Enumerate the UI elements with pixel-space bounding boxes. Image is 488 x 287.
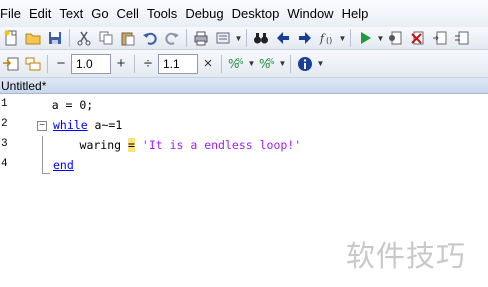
cut-icon[interactable] <box>73 28 95 48</box>
clear-breakpoints-icon[interactable] <box>407 28 429 48</box>
toolbar-separator <box>290 54 291 73</box>
tab-untitled[interactable]: Untitled* <box>0 79 46 93</box>
menu-edit[interactable]: Edit <box>25 0 55 27</box>
toolbar-separator <box>246 29 247 47</box>
code-line[interactable]: 3 waring = 'It is a endless loop!' <box>0 136 488 156</box>
menu-desktop[interactable]: Desktop <box>228 0 284 27</box>
decrement-button[interactable]: − <box>51 55 71 72</box>
back-arrow-icon[interactable] <box>272 28 294 48</box>
chevron-down-icon[interactable]: ▼ <box>234 34 243 43</box>
menu-window[interactable]: Window <box>283 0 337 27</box>
toolbar-separator <box>69 29 70 47</box>
line-number: 3 <box>1 138 8 150</box>
toolbar-separator <box>134 54 135 73</box>
chevron-down-icon[interactable]: ▼ <box>376 34 385 43</box>
code-text: end <box>53 158 74 172</box>
chevron-down-icon[interactable]: ▼ <box>338 34 347 43</box>
fold-guide-end <box>42 173 50 174</box>
keyword-while: while <box>53 118 88 132</box>
cell-value-input-2[interactable] <box>158 53 198 74</box>
breakpoint-icon[interactable] <box>385 28 407 48</box>
toolbar-separator <box>350 29 351 47</box>
new-file-icon[interactable] <box>0 28 22 48</box>
menu-tools[interactable]: Tools <box>143 0 181 27</box>
fold-toggle-icon[interactable]: − <box>37 121 47 131</box>
multiply-button[interactable]: × <box>198 55 218 72</box>
code-line[interactable]: 1 a = 0; <box>0 96 488 116</box>
menu-go[interactable]: Go <box>87 0 112 27</box>
open-folder-icon[interactable] <box>22 28 44 48</box>
code-text: waring = 'It is a endless loop!' <box>38 138 301 152</box>
menu-bar: File Edit Text Go Cell Tools Debug Deskt… <box>0 0 488 27</box>
line-number: 2 <box>1 118 8 130</box>
toolbar-separator <box>221 54 222 73</box>
print-icon[interactable] <box>190 28 212 48</box>
code-text: while a~=1 <box>53 118 122 132</box>
increment-button[interactable]: + <box>111 55 131 72</box>
svg-text:%: % <box>267 57 275 66</box>
publish-icon[interactable] <box>212 28 234 48</box>
insert-cell-icon[interactable] <box>0 54 22 74</box>
fold-guide <box>42 136 43 174</box>
find-binoculars-icon[interactable] <box>250 28 272 48</box>
undo-icon[interactable] <box>139 28 161 48</box>
menu-help[interactable]: Help <box>338 0 373 27</box>
svg-text:(): () <box>326 36 332 45</box>
menu-cell[interactable]: Cell <box>113 0 143 27</box>
paste-icon[interactable] <box>117 28 139 48</box>
info-icon[interactable] <box>294 54 316 74</box>
toolbar-separator <box>186 29 187 47</box>
function-icon[interactable]: f() <box>316 28 338 48</box>
string-literal: 'It is a endless loop!' <box>141 138 302 152</box>
toolbar-separator <box>47 54 48 73</box>
main-toolbar: ▼ f() ▼ ▼ <box>0 27 488 50</box>
menu-text[interactable]: Text <box>55 0 87 27</box>
uncomment-percent-icon[interactable]: %% <box>256 54 278 74</box>
code-line[interactable]: 4 end <box>0 156 488 176</box>
code-line[interactable]: 2 − while a~=1 <box>0 116 488 136</box>
divide-button[interactable]: ÷ <box>138 55 158 72</box>
eval-cell-icon[interactable] <box>22 54 44 74</box>
loop-condition: a~=1 <box>87 118 123 132</box>
run-icon[interactable] <box>354 28 376 48</box>
step-in-icon[interactable] <box>451 28 473 48</box>
code-text: a = 0; <box>24 98 94 112</box>
watermark-text: 软件技巧 <box>346 239 467 273</box>
forward-arrow-icon[interactable] <box>294 28 316 48</box>
cell-value-input-1[interactable] <box>71 53 111 74</box>
step-icon[interactable] <box>429 28 451 48</box>
menu-debug[interactable]: Debug <box>181 0 227 27</box>
copy-icon[interactable] <box>95 28 117 48</box>
save-icon[interactable] <box>44 28 66 48</box>
keyword-end: end <box>53 158 74 172</box>
document-tab-bar: Untitled* <box>0 78 488 94</box>
menu-file[interactable]: File <box>0 0 25 27</box>
line-number: 4 <box>1 158 8 170</box>
chevron-down-icon[interactable]: ▼ <box>316 59 325 68</box>
comment-percent-icon[interactable]: %% <box>225 54 247 74</box>
svg-text:f: f <box>319 32 326 45</box>
chevron-down-icon[interactable]: ▼ <box>247 59 256 68</box>
variable-name: waring <box>38 138 129 152</box>
cell-toolbar: − + ÷ × %% ▼ %% ▼ ▼ <box>0 50 488 78</box>
highlighted-operator: = <box>128 138 135 152</box>
chevron-down-icon[interactable]: ▼ <box>278 59 287 68</box>
line-number: 1 <box>1 98 8 110</box>
svg-text:%: % <box>236 57 244 66</box>
redo-icon[interactable] <box>161 28 183 48</box>
